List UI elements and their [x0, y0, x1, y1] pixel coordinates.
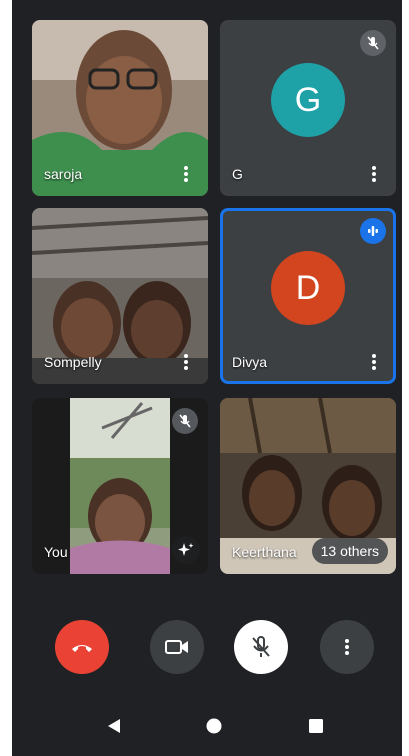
microphone-button[interactable] — [234, 620, 288, 674]
more-vert-icon[interactable] — [174, 162, 198, 186]
participant-name: Sompelly — [44, 354, 102, 370]
participant-name: Divya — [232, 354, 268, 370]
call-controls — [12, 620, 402, 678]
meet-call-screen: saroja G G Sompelly D Divya You Keerthan… — [12, 0, 402, 756]
camera-button[interactable] — [150, 620, 204, 674]
back-icon[interactable] — [104, 716, 124, 736]
end-call-button[interactable] — [55, 620, 109, 674]
avatar: D — [271, 251, 345, 325]
speaking-indicator-icon — [360, 218, 386, 244]
participant-tile-saroja[interactable]: saroja — [32, 20, 208, 196]
participant-tile-divya[interactable]: D Divya — [220, 208, 396, 384]
more-vert-icon[interactable] — [174, 350, 198, 374]
participant-tile-you[interactable]: You — [32, 398, 208, 574]
participant-tile-g[interactable]: G G — [220, 20, 396, 196]
participant-name: You — [44, 544, 68, 560]
system-nav-bar — [12, 706, 402, 746]
participant-name: Keerthana — [232, 544, 297, 560]
participant-name: G — [232, 166, 243, 182]
others-count-badge[interactable]: 13 others — [311, 538, 388, 564]
mic-off-icon — [252, 636, 270, 657]
mic-off-icon — [360, 30, 386, 56]
more-vert-icon[interactable] — [362, 350, 386, 374]
home-icon[interactable] — [204, 716, 224, 736]
participant-tile-keerthana[interactable]: Keerthana 13 others — [220, 398, 396, 574]
more-vert-icon[interactable] — [362, 162, 386, 186]
mic-off-icon — [172, 408, 198, 434]
sparkle-icon[interactable] — [172, 536, 200, 564]
end-call-icon — [72, 645, 92, 652]
more-options-button[interactable] — [320, 620, 374, 674]
participant-name: saroja — [44, 166, 83, 182]
more-vert-icon — [345, 639, 349, 655]
recents-icon[interactable] — [306, 716, 326, 736]
participant-tile-sompelly[interactable]: Sompelly — [32, 208, 208, 384]
avatar: G — [271, 63, 345, 137]
camera-icon — [165, 640, 188, 654]
